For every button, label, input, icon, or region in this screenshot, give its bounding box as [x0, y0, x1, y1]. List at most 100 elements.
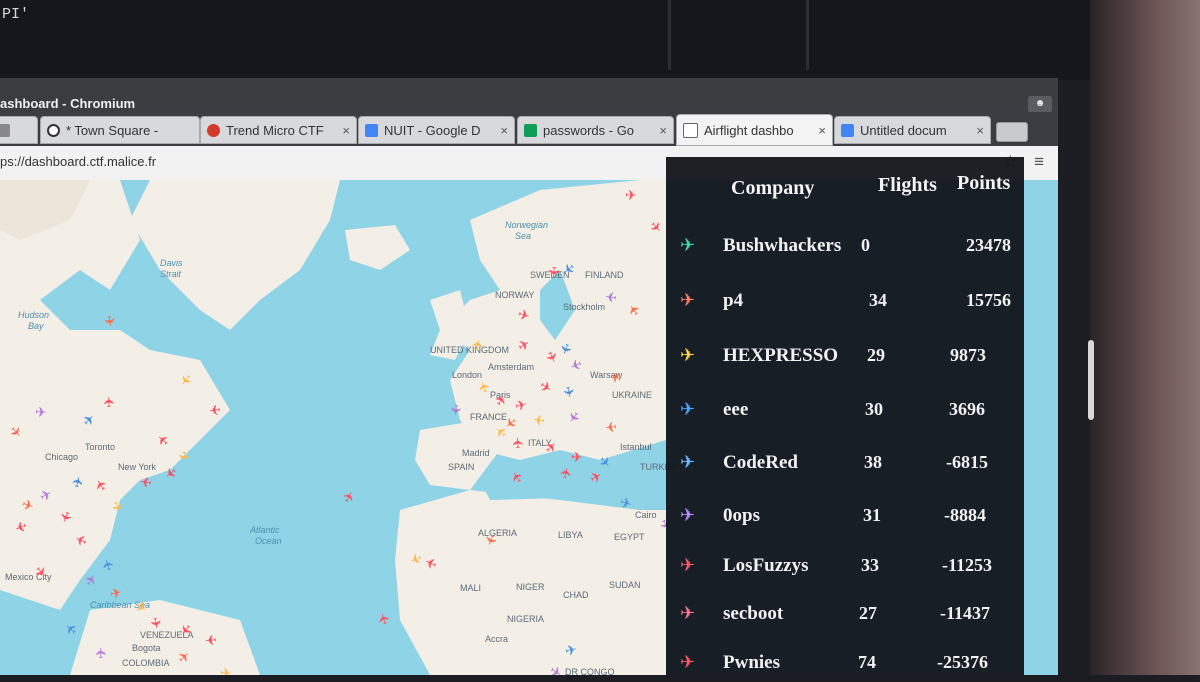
- plane-icon[interactable]: ✈: [532, 411, 546, 429]
- map-label: Hudson: [18, 310, 50, 320]
- plane-icon: ✈: [680, 399, 696, 419]
- scoreboard-panel: Company Flights Points ✈ Bushwhackers 0 …: [666, 157, 1024, 675]
- points-value: -8884: [944, 505, 986, 525]
- map-label: Chicago: [45, 452, 79, 462]
- flight-count: 27: [859, 603, 877, 623]
- new-tab-button[interactable]: [996, 122, 1028, 142]
- plane-icon[interactable]: ✈: [545, 266, 562, 279]
- close-icon[interactable]: ×: [659, 123, 667, 138]
- background-terminal: PI': [0, 0, 1200, 80]
- plane-icon: ✈: [680, 345, 696, 365]
- header-points: Points: [957, 172, 1011, 194]
- plane-icon[interactable]: ✈: [101, 396, 117, 408]
- plane-icon[interactable]: ✈: [625, 188, 637, 202]
- score-row: ✈ eee 30 3696: [666, 399, 1024, 429]
- company-name: p4: [723, 290, 744, 311]
- points-value: 15756: [966, 290, 1011, 310]
- tab-airflight-dashboard[interactable]: Airflight dashbo ×: [676, 114, 833, 146]
- map-label: Accra: [485, 634, 509, 644]
- plane-icon[interactable]: ✈: [571, 449, 583, 465]
- flight-count: 30: [865, 399, 883, 419]
- title-bar: ashboard - Chromium ☻: [0, 78, 1058, 112]
- map-label: SPAIN: [448, 462, 475, 472]
- plane-icon[interactable]: ✈: [139, 473, 153, 491]
- points-value: -11253: [941, 555, 992, 575]
- map-label: NIGERIA: [507, 614, 545, 624]
- flight-count: 34: [869, 290, 887, 310]
- map-label: EGYPT: [614, 532, 645, 542]
- company-name: 0ops: [723, 505, 760, 526]
- flight-count: 74: [858, 652, 876, 672]
- plane-icon[interactable]: ✈: [175, 450, 192, 463]
- company-name: secboot: [723, 603, 784, 624]
- close-icon[interactable]: ×: [976, 123, 984, 138]
- map-label: Cairo: [635, 510, 657, 520]
- plane-icon[interactable]: ✈: [604, 288, 618, 305]
- page-icon: [683, 122, 698, 138]
- tab-label: passwords - Go: [543, 122, 635, 138]
- profile-button[interactable]: ☻: [1028, 96, 1052, 112]
- tab-town-square[interactable]: * Town Square -: [40, 116, 200, 144]
- tab-label: Airflight dashbo: [704, 122, 794, 138]
- tab-untitled-document[interactable]: Untitled docum ×: [834, 116, 991, 144]
- map-label: COLOMBIA: [122, 658, 170, 668]
- tab-nuit[interactable]: NUIT - Google D ×: [358, 116, 515, 144]
- terminal-text: PI': [2, 6, 30, 23]
- plane-icon[interactable]: ✈: [147, 616, 165, 630]
- address-bar[interactable]: ps://dashboard.ctf.malice.fr: [0, 154, 156, 169]
- terminal-divider: [806, 0, 809, 70]
- plane-icon[interactable]: ✈: [447, 403, 464, 416]
- plane-icon[interactable]: ✈: [604, 418, 618, 435]
- map-label: Ocean: [255, 536, 282, 546]
- menu-icon[interactable]: ≡: [1034, 152, 1044, 172]
- score-row: ✈ CodeRed 38 -6815: [666, 452, 1024, 482]
- plane-icon: ✈: [680, 452, 696, 472]
- map-label: FINLAND: [585, 270, 624, 280]
- score-row: ✈ p4 34 15756: [666, 290, 1024, 320]
- flight-count: 33: [861, 555, 879, 575]
- close-icon[interactable]: ×: [342, 123, 350, 138]
- map-label: Stockholm: [563, 302, 606, 312]
- company-name: Bushwhackers: [723, 235, 842, 256]
- flight-count: 29: [867, 345, 885, 365]
- plane-icon: ✈: [680, 555, 696, 575]
- tab-0[interactable]: [0, 116, 38, 144]
- map-label: New York: [118, 462, 157, 472]
- trend-micro-icon: [207, 123, 220, 137]
- tab-label: * Town Square -: [66, 122, 159, 138]
- header-flights: Flights: [878, 174, 937, 196]
- company-name: HEXPRESSO: [723, 345, 839, 366]
- tab-trend-micro[interactable]: Trend Micro CTF ×: [200, 116, 357, 144]
- close-icon[interactable]: ×: [818, 123, 826, 138]
- points-value: -25376: [937, 652, 988, 672]
- company-name: LosFuzzys: [723, 555, 809, 576]
- plane-icon: ✈: [680, 290, 696, 310]
- plane-icon[interactable]: ✈: [101, 314, 119, 328]
- plane-icon[interactable]: ✈: [93, 647, 109, 659]
- map-label: Atlantic: [250, 525, 280, 535]
- close-icon[interactable]: ×: [500, 123, 508, 138]
- points-value: 9873: [950, 345, 986, 365]
- plane-icon[interactable]: ✈: [35, 404, 47, 420]
- tab-label: Trend Micro CTF: [226, 122, 324, 138]
- points-value: -11437: [939, 603, 990, 623]
- points-value: 3696: [949, 399, 985, 419]
- tab-favicon: [0, 123, 10, 137]
- plane-icon[interactable]: ✈: [220, 665, 233, 675]
- flight-count: 0: [861, 235, 870, 255]
- monitor-bezel: [1088, 0, 1200, 675]
- score-row: ✈ 0ops 31 -8884: [666, 505, 1024, 535]
- map-label: Istanbul: [620, 442, 652, 452]
- plane-icon[interactable]: ✈: [204, 632, 217, 649]
- company-name: eee: [723, 399, 749, 420]
- flight-count: 31: [863, 505, 881, 525]
- map-label: Davis: [160, 258, 183, 268]
- tab-passwords[interactable]: passwords - Go ×: [517, 116, 674, 144]
- plane-icon[interactable]: ✈: [208, 401, 221, 418]
- terminal-divider: [668, 0, 671, 70]
- monitor-edge: [1088, 340, 1094, 420]
- points-value: 23478: [966, 235, 1011, 255]
- map-label: Toronto: [85, 442, 116, 452]
- points-value: -6815: [946, 452, 988, 472]
- plane-icon[interactable]: ✈: [510, 437, 527, 450]
